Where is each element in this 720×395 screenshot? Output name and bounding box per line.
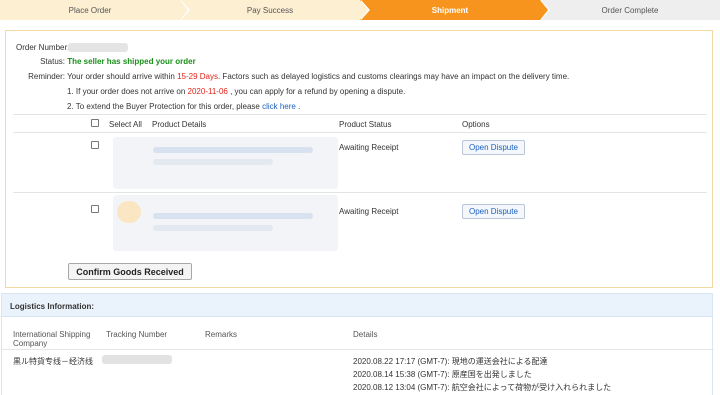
reminder-days: 15-29 Days (177, 72, 218, 81)
logistics-panel: Logistics Information: International Shi… (1, 293, 714, 395)
products-table-header: Select All Product Details Product Statu… (13, 114, 707, 132)
product-checkbox[interactable] (91, 141, 99, 149)
step-label: Place Order (68, 5, 112, 15)
note1-prefix: 1. If your order does not arrive on (67, 87, 188, 96)
order-number-label: Order Number: (16, 43, 70, 52)
logistics-title: Logistics Information: (2, 294, 712, 317)
shipping-company-header-line2: Company (13, 339, 48, 348)
note2-suffix: . (295, 102, 301, 111)
details-header: Details (353, 330, 378, 339)
product-status: Awaiting Receipt (339, 143, 399, 152)
tracking-number-header: Tracking Number (106, 330, 168, 339)
product-image-redacted (113, 195, 338, 251)
reminder-prefix: Your order should arrive within (67, 72, 178, 81)
extend-protection-link[interactable]: click here (262, 102, 296, 111)
step-order-complete: Order Complete (540, 0, 720, 20)
shipping-company: 黒ル特貨专线－经济线 (13, 357, 93, 366)
note1-suffix: , you can apply for a refund by opening … (227, 87, 406, 96)
note-1: 1. If your order does not arrive on 2020… (67, 87, 405, 96)
status-text: The seller has shipped your order (67, 57, 196, 66)
order-number-row: Order Number: (16, 43, 128, 52)
product-status-header: Product Status (339, 120, 392, 129)
product-subtitle-redacted (153, 159, 273, 165)
remarks-header: Remarks (205, 330, 238, 339)
note-2: 2. To extend the Buyer Protection for th… (67, 102, 300, 111)
step-pay-success: Pay Success (180, 0, 370, 20)
product-thumb-redacted (117, 201, 141, 223)
product-row: Awaiting Receipt Open Dispute (13, 192, 707, 254)
product-subtitle-redacted (153, 225, 273, 231)
step-label: Pay Success (246, 5, 294, 15)
confirm-goods-received-button[interactable]: Confirm Goods Received (68, 263, 192, 280)
logistics-divider (2, 349, 714, 350)
status-label: Status: (40, 57, 65, 66)
step-shipment: Shipment (360, 0, 550, 20)
shipping-company-header-line1: International Shipping (13, 330, 91, 339)
open-dispute-button[interactable]: Open Dispute (462, 140, 525, 155)
tracking-number-redacted (102, 355, 172, 364)
note1-date: 2020-11-06 (187, 87, 228, 96)
shipping-company-header: International Shipping Company (13, 330, 90, 348)
reminder-suffix: . Factors such as delayed logistics and … (217, 72, 570, 81)
order-panel: Order Number: Status: The seller has shi… (5, 30, 713, 288)
progress-steps: Place Order Pay Success Shipment Order C… (0, 0, 720, 20)
select-all-checkbox[interactable] (91, 119, 99, 127)
tracking-event: 2020.08.22 17:17 (GMT-7): 現地の運送会社による配達 (353, 357, 548, 366)
reminder-label: Reminder: (28, 72, 65, 81)
open-dispute-button[interactable]: Open Dispute (462, 204, 525, 219)
product-title-redacted (153, 147, 313, 153)
product-status: Awaiting Receipt (339, 207, 399, 216)
options-header: Options (462, 120, 490, 129)
product-details-header: Product Details (152, 120, 207, 129)
reminder-row: Reminder: Your order should arrive withi… (9, 72, 569, 81)
product-checkbox[interactable] (91, 205, 99, 213)
step-label: Shipment (431, 5, 469, 15)
note2-prefix: 2. To extend the Buyer Protection for th… (67, 102, 263, 111)
product-row: Awaiting Receipt Open Dispute (13, 132, 707, 192)
status-row: Status: The seller has shipped your orde… (9, 57, 196, 66)
tracking-event: 2020.08.14 15:38 (GMT-7): 原産国を出発しました (353, 370, 532, 379)
tracking-event: 2020.08.12 13:04 (GMT-7): 航空会社によって荷物が受け入… (353, 383, 612, 392)
step-label: Order Complete (601, 5, 659, 15)
step-place-order: Place Order (0, 0, 190, 20)
select-all-label: Select All (109, 120, 142, 129)
order-number-redacted (68, 43, 128, 52)
product-title-redacted (153, 213, 313, 219)
